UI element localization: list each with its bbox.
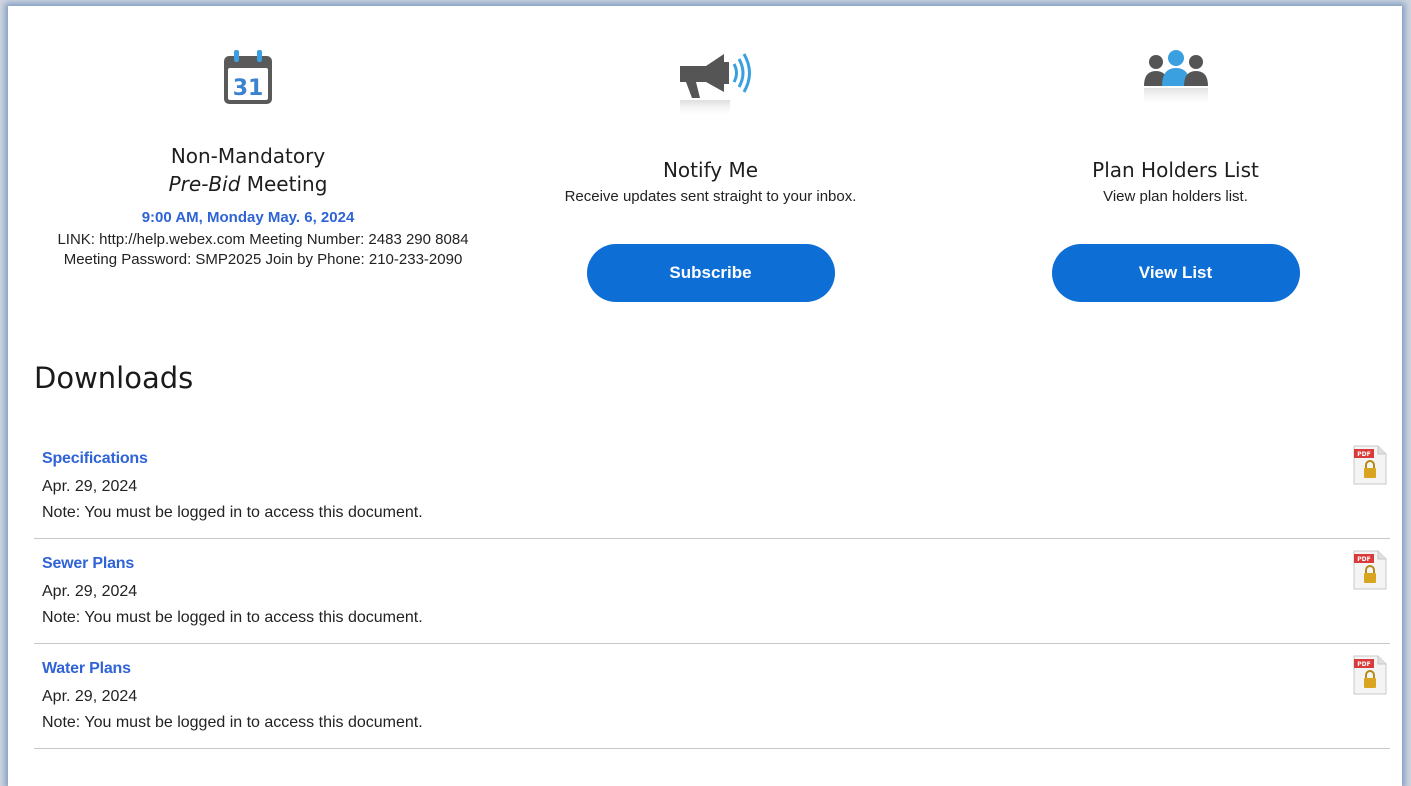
download-link-water-plans[interactable]: Water Plans [42,660,131,678]
calendar-day-number: 31 [233,76,264,101]
download-date: Apr. 29, 2024 [42,478,138,495]
megaphone-icon [666,42,756,122]
calendar-icon: 31 [220,48,276,108]
locked-pdf-icon[interactable]: PDF [1352,444,1388,486]
locked-pdf-icon[interactable]: PDF [1352,549,1388,591]
pdf-badge-text: PDF [1357,451,1370,458]
meeting-title-italic: Pre-Bid [168,172,241,196]
meeting-title-line2: Pre-Bid Meeting [8,172,488,196]
people-group-icon [1136,46,1216,116]
download-note: Note: You must be logged in to access th… [42,504,423,521]
downloads-list: Specifications Apr. 29, 2024 Note: You m… [34,434,1390,749]
meeting-datetime: 9:00 AM, Monday May. 6, 2024 [141,209,355,226]
view-list-button[interactable]: View List [1051,244,1300,302]
meeting-details: LINK: http://help.webex.com Meeting Numb… [57,231,469,268]
download-row: Water Plans Apr. 29, 2024 Note: You must… [34,644,1390,749]
plan-holders-subtitle: View plan holders list. [1103,188,1248,205]
download-date: Apr. 29, 2024 [42,688,138,705]
plan-holders-title: Plan Holders List [1092,158,1259,182]
download-note: Note: You must be logged in to access th… [42,609,423,626]
download-link-sewer-plans[interactable]: Sewer Plans [42,555,134,573]
pdf-badge-text: PDF [1357,661,1370,668]
notify-subtitle: Receive updates sent straight to your in… [564,188,857,205]
download-link-specifications[interactable]: Specifications [42,450,148,468]
locked-pdf-icon[interactable]: PDF [1352,654,1388,696]
download-date: Apr. 29, 2024 [42,583,138,600]
meeting-title-line1: Non-Mandatory [170,144,326,168]
notify-title: Notify Me [662,158,759,182]
pdf-badge-text: PDF [1357,556,1370,563]
download-row: Sewer Plans Apr. 29, 2024 Note: You must… [34,539,1390,644]
page-frame: 31 Non-Mandatory Pre-Bid Meeting 9:00 AM… [8,6,1402,786]
downloads-heading: Downloads [34,361,194,395]
download-note: Note: You must be logged in to access th… [42,714,423,731]
subscribe-button[interactable]: Subscribe [586,244,835,302]
download-row: Specifications Apr. 29, 2024 Note: You m… [34,434,1390,539]
meeting-title-rest: Meeting [240,172,328,196]
